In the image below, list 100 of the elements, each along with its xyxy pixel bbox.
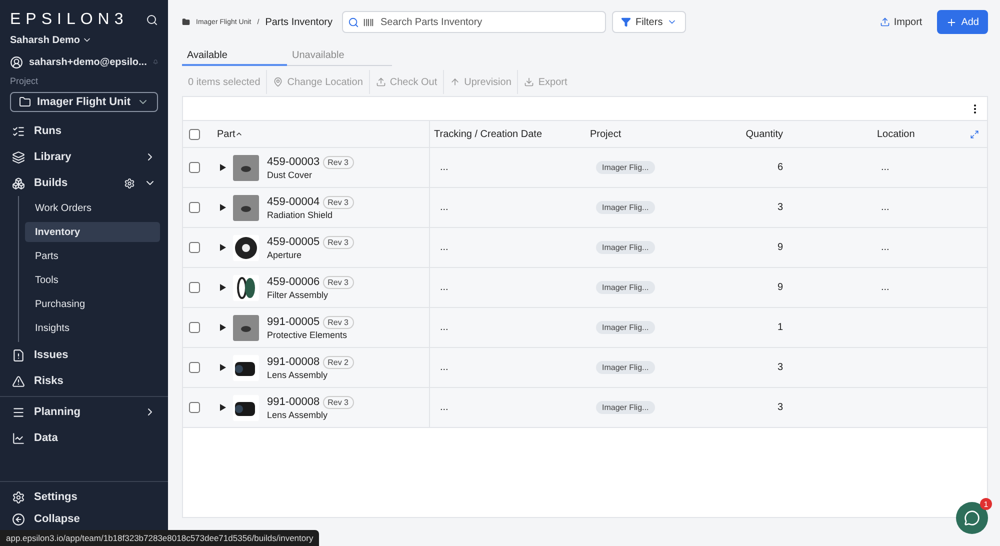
project-tag: Imager Flig...: [596, 361, 655, 374]
import-button[interactable]: Import: [870, 11, 932, 33]
search-icon[interactable]: [146, 14, 158, 26]
add-button[interactable]: Add: [937, 10, 988, 34]
project-select[interactable]: Imager Flight Unit: [10, 92, 158, 112]
team-name[interactable]: Saharsh Demo: [10, 34, 80, 46]
project-tag: Imager Flig...: [596, 281, 655, 294]
checkbox[interactable]: [189, 162, 200, 173]
part-number[interactable]: 991-00005: [267, 316, 320, 328]
nav-subitem[interactable]: Inventory: [25, 222, 160, 242]
table-row[interactable]: 459-00003 Rev 3 Dust Cover ... Imager Flig... 6 ...: [183, 148, 987, 188]
nav-item[interactable]: Runs: [0, 118, 168, 144]
page-title: Parts Inventory: [265, 16, 332, 28]
nav-item[interactable]: Settings: [0, 486, 168, 508]
quantity-value: 3: [777, 362, 783, 373]
project-label: Project: [10, 76, 38, 86]
part-number[interactable]: 991-00008: [267, 356, 320, 368]
tracking-value: ...: [440, 242, 448, 253]
chat-icon: [964, 510, 980, 526]
tracking-value: ...: [440, 162, 448, 173]
part-name: Filter Assembly: [267, 290, 330, 300]
nav-item[interactable]: Collapse: [0, 508, 168, 530]
revision-tag: Rev 3: [322, 196, 354, 208]
revision-tag: Rev 3: [322, 276, 354, 288]
nav-item[interactable]: Risks: [0, 368, 168, 394]
user-email[interactable]: saharsh+demo@epsilo...: [29, 56, 147, 68]
nav-item[interactable]: Issues: [0, 342, 168, 368]
url-tooltip: app.epsilon3.io/app/team/1b18f323b7283e8018c573dee71d5356/builds/inventory: [0, 530, 320, 546]
location-value: ...: [881, 282, 890, 293]
project-tag: Imager Flig...: [596, 241, 655, 254]
part-name: Aperture: [267, 250, 303, 260]
search-input[interactable]: Search Parts Inventory: [378, 16, 600, 28]
nav-item[interactable]: Builds: [0, 170, 168, 196]
column-header[interactable]: Part: [217, 128, 236, 140]
part-name: Dust Cover: [267, 170, 314, 180]
tracking-value: ...: [440, 282, 448, 293]
location-value: ...: [881, 162, 890, 173]
table-row[interactable]: 991-00008 Rev 3 Lens Assembly ... Imager Flig... 3: [183, 388, 987, 428]
column-header[interactable]: Project: [590, 128, 622, 140]
part-number[interactable]: 459-00004: [267, 196, 320, 208]
project-tag: Imager Flig...: [596, 401, 655, 414]
checkbox[interactable]: [189, 402, 200, 413]
column-header[interactable]: Location: [877, 128, 915, 140]
part-number[interactable]: 459-00003: [267, 156, 320, 168]
nav-subitem[interactable]: Parts: [25, 246, 160, 266]
table-row[interactable]: 459-00004 Rev 3 Radiation Shield ... Imager Flig... 3 ...: [183, 188, 987, 228]
sort-icon: [235, 130, 244, 138]
upload-icon: [880, 17, 890, 27]
selection-count: 0 items selected: [187, 76, 262, 90]
column-header[interactable]: Tracking / Creation Date: [434, 128, 542, 140]
checkbox[interactable]: [189, 202, 200, 213]
table-row[interactable]: 991-00005 Rev 3 Protective Elements ... Imager Flig... 1: [183, 308, 987, 348]
settings-icon: [12, 490, 25, 504]
checkbox[interactable]: [189, 128, 200, 140]
table-row[interactable]: 991-00008 Rev 2 Lens Assembly ... Imager Flig... 3: [183, 348, 987, 388]
layers-icon: [12, 150, 25, 164]
barcode-icon: [363, 16, 374, 28]
project-tag: Imager Flig...: [596, 321, 655, 334]
expand-icon[interactable]: [970, 130, 979, 138]
quantity-value: 1: [777, 322, 783, 333]
chart-icon: [12, 432, 25, 444]
table-row[interactable]: 459-00006 Rev 3 Filter Assembly ... Imager Flig... 9 ...: [183, 268, 987, 308]
checkbox[interactable]: [189, 282, 200, 293]
nav-subitem[interactable]: Tools: [25, 270, 160, 290]
logo[interactable]: EPSILON3: [10, 11, 128, 29]
nav-subitem[interactable]: Work Orders: [25, 198, 160, 218]
quantity-value: 9: [777, 282, 783, 293]
notification-badge: 1: [980, 498, 992, 510]
project-tag: Imager Flig...: [596, 201, 655, 214]
download-icon: [524, 77, 534, 87]
upload-icon: [376, 77, 386, 87]
nav-item[interactable]: Data: [0, 425, 168, 451]
part-number[interactable]: 991-00008: [267, 396, 320, 408]
nav-subitem[interactable]: Purchasing: [25, 294, 160, 314]
search-icon: [348, 16, 360, 28]
folder-icon: [19, 96, 31, 108]
location-value: ...: [881, 242, 890, 253]
settings-icon[interactable]: [124, 178, 135, 188]
tracking-value: ...: [440, 322, 448, 333]
nav-subitem[interactable]: Insights: [25, 318, 160, 338]
checkbox[interactable]: [189, 362, 200, 373]
search-field[interactable]: Search Parts Inventory: [342, 11, 606, 33]
nav-item[interactable]: Library: [0, 144, 168, 170]
tracking-value: ...: [440, 202, 448, 213]
quantity-value: 6: [777, 162, 783, 173]
part-name: Lens Assembly: [267, 410, 329, 420]
part-number[interactable]: 459-00005: [267, 236, 320, 248]
folder-icon: [182, 18, 190, 26]
column-header[interactable]: Quantity: [746, 128, 783, 140]
part-name: Protective Elements: [267, 330, 348, 340]
table-row[interactable]: 459-00005 Rev 3 Aperture ... Imager Flig... 9 ...: [183, 228, 987, 268]
filter-icon: [621, 17, 632, 27]
part-number[interactable]: 459-00006: [267, 276, 320, 288]
nav-item[interactable]: Planning: [0, 399, 168, 425]
quantity-value: 3: [777, 402, 783, 413]
checkbox[interactable]: [189, 322, 200, 333]
filters-button[interactable]: Filters: [612, 11, 686, 33]
pin-icon: [273, 77, 284, 87]
checkbox[interactable]: [189, 242, 200, 253]
tab[interactable]: Available: [182, 50, 287, 66]
